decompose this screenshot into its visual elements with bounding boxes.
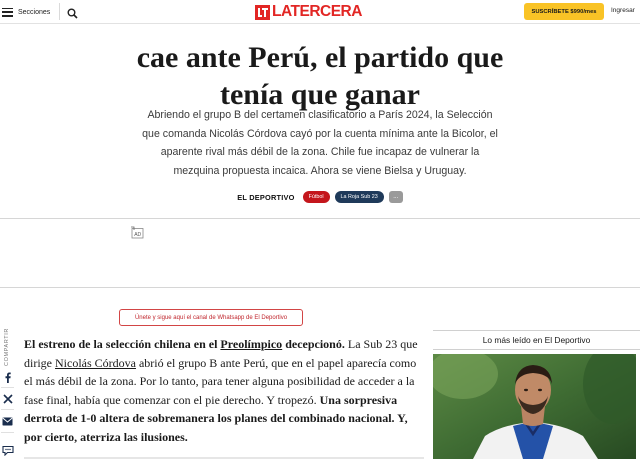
headline-line-1: cae ante Perú, el partido que bbox=[136, 41, 504, 74]
sections-menu-button[interactable]: Secciones bbox=[2, 4, 50, 20]
divider bbox=[0, 287, 640, 288]
comments-icon bbox=[1, 445, 14, 456]
share-divider bbox=[1, 409, 14, 410]
most-read-photo[interactable] bbox=[433, 354, 636, 459]
search-icon[interactable] bbox=[67, 6, 78, 19]
tag-futbol[interactable]: Fútbol bbox=[302, 191, 330, 203]
x-icon bbox=[2, 393, 13, 404]
tag-la-roja-sub-23[interactable]: La Roja Sub 23 bbox=[334, 191, 384, 203]
tags-more-button[interactable]: ... bbox=[388, 191, 403, 203]
lead-bold-end: decepcionó. bbox=[282, 337, 345, 351]
lead-bold-text: El estreno de la selección chilena en el bbox=[24, 337, 218, 351]
share-divider bbox=[1, 432, 14, 433]
logo-text: LATERCERA bbox=[272, 3, 362, 21]
article-summary: Abriendo el grupo B del certamen clasifi… bbox=[142, 109, 498, 177]
facebook-share-button[interactable] bbox=[0, 370, 15, 385]
section-name[interactable]: EL DEPORTIVO bbox=[237, 193, 294, 202]
divider bbox=[0, 218, 640, 219]
site-header: Secciones LATERCERA SUSCRÍBETE $990/mes … bbox=[0, 0, 640, 24]
subscribe-button[interactable]: SUSCRÍBETE $990/mes bbox=[524, 3, 604, 20]
share-divider bbox=[1, 387, 14, 388]
whatsapp-channel-banner[interactable]: Únete y sigue aquí el canal de Whatsapp … bbox=[119, 309, 303, 326]
sections-menu-label: Secciones bbox=[18, 8, 51, 16]
comments-button[interactable] bbox=[0, 443, 15, 458]
nicolas-cordova-link[interactable]: Nicolás Córdova bbox=[55, 356, 136, 370]
header-divider bbox=[59, 3, 60, 20]
x-share-button[interactable] bbox=[0, 391, 15, 406]
most-read-title: Lo más leído en El Deportivo bbox=[482, 335, 591, 345]
email-icon bbox=[2, 417, 13, 426]
article-body-paragraph: El estreno de la selección chilena en el… bbox=[24, 335, 424, 447]
ad-icon[interactable]: AD bbox=[130, 226, 145, 240]
share-label: COMPARTIR bbox=[4, 328, 10, 366]
login-link[interactable]: Ingresar bbox=[611, 7, 635, 14]
email-share-button[interactable] bbox=[0, 414, 15, 429]
svg-text:AD: AD bbox=[134, 232, 141, 238]
article-meta: EL DEPORTIVO Fútbol La Roja Sub 23 ... bbox=[0, 191, 640, 203]
facebook-icon bbox=[5, 372, 11, 383]
hamburger-icon bbox=[2, 7, 13, 17]
site-logo[interactable]: LATERCERA bbox=[255, 3, 362, 21]
preolimpico-link[interactable]: Preolímpico bbox=[220, 337, 282, 351]
logo-mark-icon bbox=[255, 4, 270, 20]
most-read-header: Lo más leído en El Deportivo bbox=[433, 330, 640, 350]
